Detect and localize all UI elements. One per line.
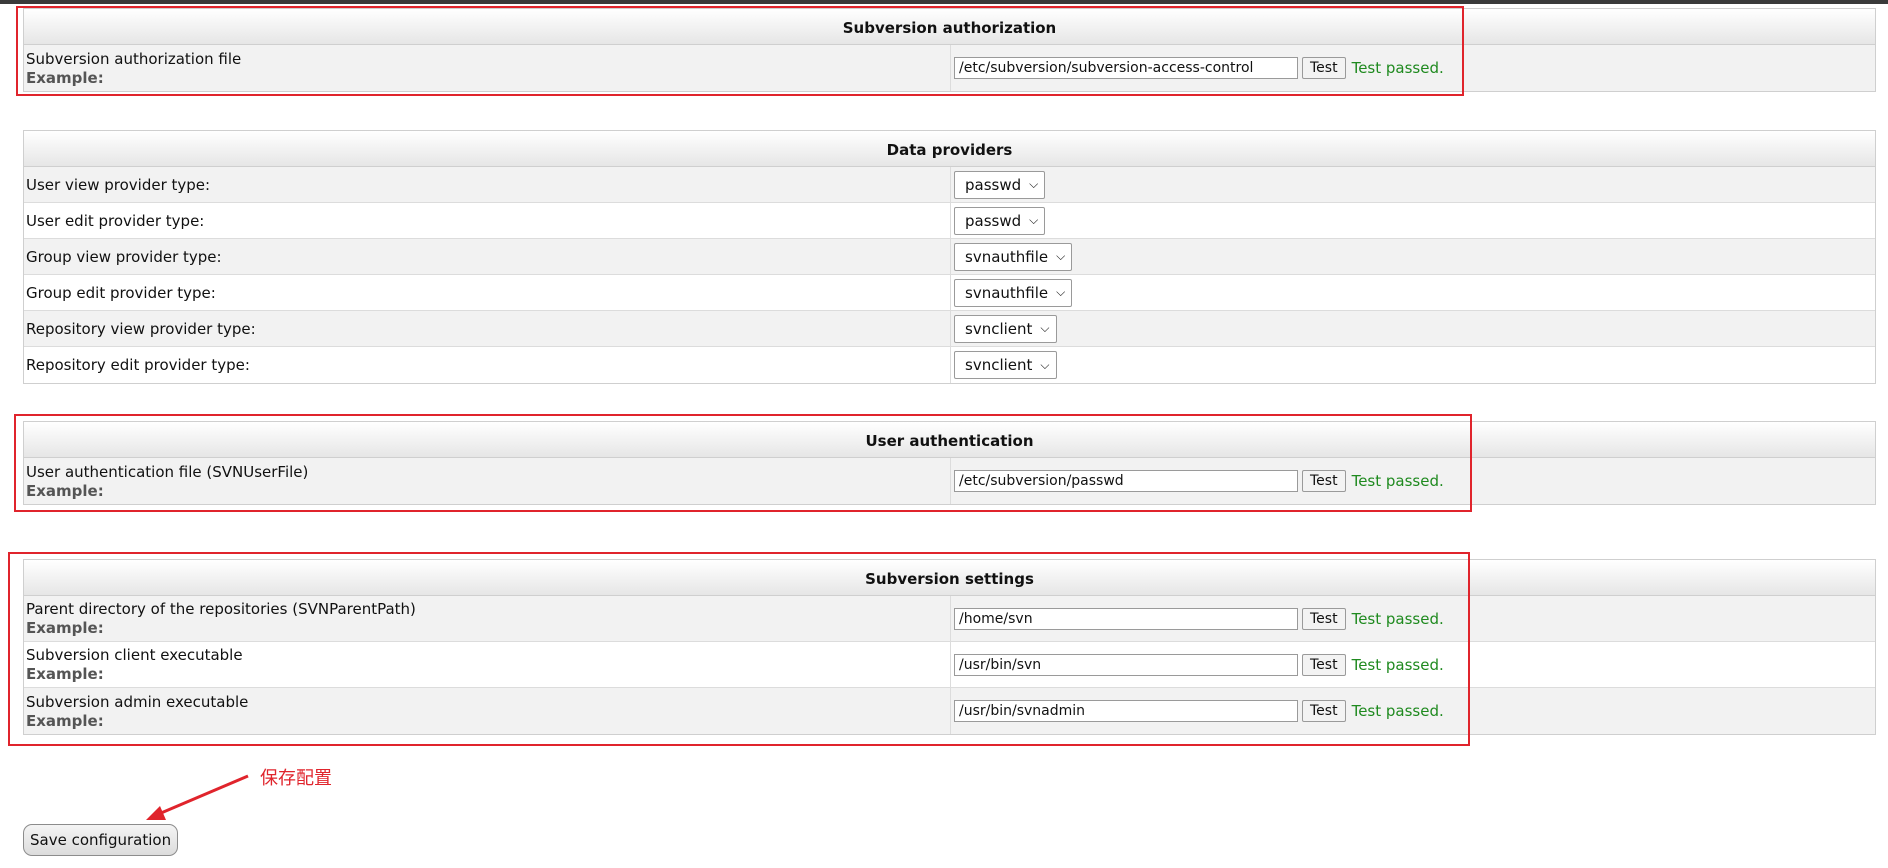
panel-title: Data providers <box>24 131 1875 167</box>
test-status: Test passed. <box>1351 59 1444 77</box>
test-status: Test passed. <box>1351 702 1444 720</box>
group-edit-provider-select[interactable]: svnauthfile ⌵ <box>954 278 1073 307</box>
svn-admin-input[interactable] <box>954 700 1298 722</box>
setting-row-parent-path: Parent directory of the repositories (SV… <box>24 596 1875 642</box>
setting-row-authz-file: Subversion authorization file Example: T… <box>24 45 1875 91</box>
test-svn-admin-button[interactable]: Test <box>1302 700 1346 722</box>
setting-label: User edit provider type: <box>26 211 205 230</box>
selected-value: svnauthfile <box>965 283 1049 302</box>
setting-row-user-edit-provider: User edit provider type: passwd ⌵ <box>24 203 1875 239</box>
selected-value: svnclient <box>965 356 1033 374</box>
example-label: Example: <box>26 665 104 683</box>
selected-value: passwd <box>965 211 1022 230</box>
test-status: Test passed. <box>1351 655 1444 674</box>
setting-label: User authentication file (SVNUserFile) <box>26 462 309 481</box>
test-status: Test passed. <box>1351 609 1444 628</box>
authz-file-input[interactable] <box>954 57 1298 79</box>
selected-value: passwd <box>965 175 1022 194</box>
chevron-down-icon: ⌵ <box>1040 357 1050 372</box>
panel-title: Subversion settings <box>24 560 1875 596</box>
setting-row-user-file: User authentication file (SVNUserFile) E… <box>24 458 1875 504</box>
example-label: Example: <box>26 711 104 730</box>
panel-data-providers: Data providers User view provider type: … <box>23 130 1876 384</box>
example-label: Example: <box>26 481 104 500</box>
setting-label: Repository view provider type: <box>26 319 256 338</box>
save-configuration-button[interactable]: Save configuration <box>23 824 179 856</box>
setting-row-group-edit-provider: Group edit provider type: svnauthfile ⌵ <box>24 275 1875 311</box>
repo-edit-provider-select[interactable]: svnclient ⌵ <box>954 351 1057 379</box>
window-top-bar <box>0 0 1888 4</box>
user-view-provider-select[interactable]: passwd ⌵ <box>954 170 1046 199</box>
test-parent-path-button[interactable]: Test <box>1302 607 1346 630</box>
panel-subversion-settings: Subversion settings Parent directory of … <box>23 559 1876 735</box>
panel-title: Subversion authorization <box>24 9 1875 45</box>
panel-subversion-authorization: Subversion authorization Subversion auth… <box>23 8 1876 92</box>
setting-row-svn-client: Subversion client executable Example: Te… <box>24 642 1875 688</box>
example-label: Example: <box>26 68 104 87</box>
repo-view-provider-select[interactable]: svnclient ⌵ <box>954 314 1057 343</box>
setting-label: Parent directory of the repositories (SV… <box>26 600 416 618</box>
panel-title: User authentication <box>24 422 1875 458</box>
group-view-provider-select[interactable]: svnauthfile ⌵ <box>954 242 1073 271</box>
annotation-text: 保存配置 <box>260 768 332 789</box>
svn-client-input[interactable] <box>954 653 1298 676</box>
chevron-down-icon: ⌵ <box>1029 213 1039 227</box>
panel-user-authentication: User authentication User authentication … <box>23 421 1876 505</box>
selected-value: svnauthfile <box>965 247 1049 266</box>
annotation-arrow-icon <box>146 774 249 820</box>
user-file-input[interactable] <box>954 470 1298 492</box>
user-edit-provider-select[interactable]: passwd ⌵ <box>954 206 1046 235</box>
setting-label: User view provider type: <box>26 175 211 194</box>
setting-label: Group edit provider type: <box>26 283 216 302</box>
setting-row-repo-edit-provider: Repository edit provider type: svnclient… <box>24 347 1875 383</box>
chevron-down-icon: ⌵ <box>1056 249 1066 263</box>
setting-row-group-view-provider: Group view provider type: svnauthfile ⌵ <box>24 239 1875 275</box>
chevron-down-icon: ⌵ <box>1056 285 1066 299</box>
parent-path-input[interactable] <box>954 607 1298 630</box>
setting-label: Subversion admin executable <box>26 692 249 711</box>
test-user-file-button[interactable]: Test <box>1302 470 1346 492</box>
selected-value: svnclient <box>965 319 1033 338</box>
setting-label: Repository edit provider type: <box>26 356 250 374</box>
test-authz-file-button[interactable]: Test <box>1302 57 1346 79</box>
chevron-down-icon: ⌵ <box>1029 177 1039 191</box>
setting-label: Subversion client executable <box>26 646 243 664</box>
setting-label: Group view provider type: <box>26 247 222 266</box>
test-svn-client-button[interactable]: Test <box>1302 653 1346 676</box>
setting-row-svn-admin: Subversion admin executable Example: Tes… <box>24 688 1875 734</box>
chevron-down-icon: ⌵ <box>1040 321 1050 335</box>
setting-row-repo-view-provider: Repository view provider type: svnclient… <box>24 311 1875 347</box>
example-label: Example: <box>26 619 104 637</box>
setting-row-user-view-provider: User view provider type: passwd ⌵ <box>24 167 1875 203</box>
test-status: Test passed. <box>1351 472 1444 490</box>
setting-label: Subversion authorization file <box>26 49 242 68</box>
